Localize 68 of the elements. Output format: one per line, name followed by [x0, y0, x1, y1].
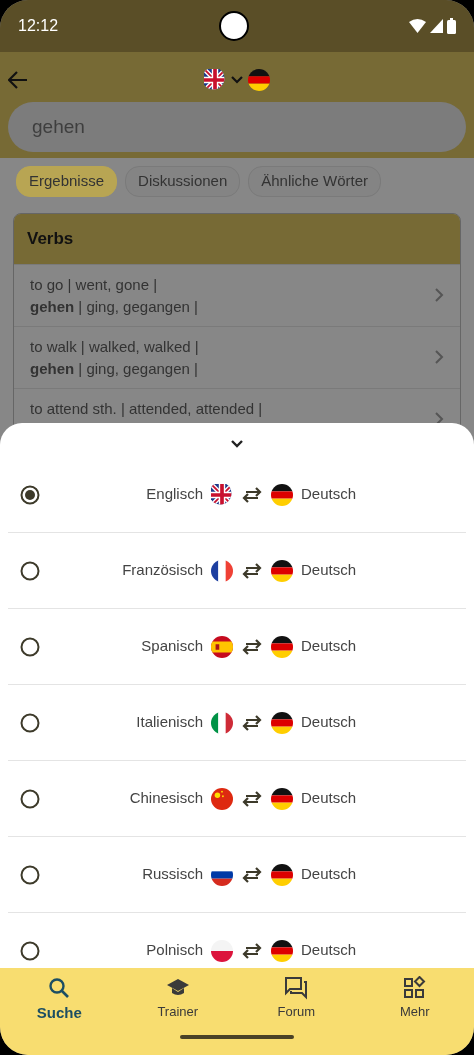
- flag-icon: [211, 787, 233, 810]
- flag-icon: [271, 787, 293, 810]
- swap-arrows-icon: [241, 486, 263, 503]
- entry-text: to attend sth. | attended, attended |: [30, 398, 263, 419]
- flag-icon: [211, 559, 233, 582]
- language-name: Englisch: [145, 484, 203, 505]
- entry-text: gehen | ging, gegangen |: [30, 358, 199, 379]
- swap-arrows-icon: [241, 866, 263, 883]
- chevron-right-icon[interactable]: [435, 411, 444, 426]
- camera-cutout: [218, 11, 249, 41]
- radio-button[interactable]: [20, 484, 40, 505]
- radio-button[interactable]: [20, 712, 40, 733]
- swap-arrows-icon: [241, 638, 263, 655]
- nav-tab[interactable]: Trainer: [118, 976, 237, 1025]
- radio-button[interactable]: [20, 788, 40, 809]
- signal-icon: [430, 19, 443, 33]
- entry-text: gehen | ging, gegangen |: [30, 296, 198, 317]
- flag-icon: [271, 483, 293, 506]
- language-name: Deutsch: [301, 560, 358, 581]
- wifi-icon: [409, 19, 426, 33]
- radio-button[interactable]: [20, 560, 40, 581]
- swap-arrows-icon: [241, 562, 263, 579]
- language-name: Französisch: [121, 560, 203, 581]
- entry-text: to walk | walked, walked |: [30, 336, 199, 357]
- language-pair-selector[interactable]: [204, 69, 270, 91]
- flag-icon: [211, 711, 233, 734]
- flag-icon: [211, 939, 233, 962]
- flag-icon: [248, 69, 270, 91]
- flag-icon: [211, 635, 233, 658]
- filter-chip[interactable]: Ergebnisse: [16, 166, 118, 197]
- filter-chip[interactable]: Ähnliche Wörter: [248, 166, 381, 197]
- chat-bubbles-icon: [284, 976, 309, 1000]
- apps-grid-icon: [402, 976, 427, 1000]
- nav-tab[interactable]: Suche: [0, 976, 119, 1025]
- language-name: Polnisch: [145, 940, 203, 961]
- language-name: Chinesisch: [128, 788, 203, 809]
- language-name: Deutsch: [301, 636, 358, 657]
- swap-arrows-icon: [241, 714, 263, 731]
- language-name: Deutsch: [301, 484, 358, 505]
- language-name: Deutsch: [301, 788, 358, 809]
- flag-icon: [271, 863, 293, 886]
- flag-icon: [271, 939, 293, 962]
- chevron-down-icon[interactable]: [230, 439, 244, 449]
- flag-icon: [271, 711, 293, 734]
- flag-icon: [271, 559, 293, 582]
- nav-tab[interactable]: Forum: [237, 976, 356, 1025]
- clock-time: 12:12: [18, 16, 59, 36]
- language-name: Spanisch: [140, 636, 203, 657]
- chevron-down-icon: [230, 75, 244, 85]
- radio-button[interactable]: [20, 864, 40, 885]
- language-name: Deutsch: [301, 940, 358, 961]
- swap-arrows-icon: [241, 942, 263, 959]
- section-header: Verbs: [14, 213, 460, 264]
- flag-icon: [271, 635, 293, 658]
- nav-tab[interactable]: Mehr: [355, 976, 474, 1025]
- battery-icon: [447, 18, 456, 34]
- language-name: Deutsch: [301, 712, 358, 733]
- filter-chip[interactable]: Diskussionen: [125, 166, 241, 197]
- swap-arrows-icon: [241, 790, 263, 807]
- flag-icon: [204, 69, 226, 91]
- language-name: Italienisch: [135, 712, 203, 733]
- back-arrow-icon[interactable]: [8, 71, 28, 89]
- entry-text: to go | went, gone |: [30, 274, 159, 295]
- language-name: Russisch: [141, 864, 203, 885]
- language-name: Deutsch: [301, 864, 358, 885]
- flag-icon: [211, 483, 233, 506]
- radio-button[interactable]: [20, 636, 40, 657]
- radio-button[interactable]: [20, 940, 40, 961]
